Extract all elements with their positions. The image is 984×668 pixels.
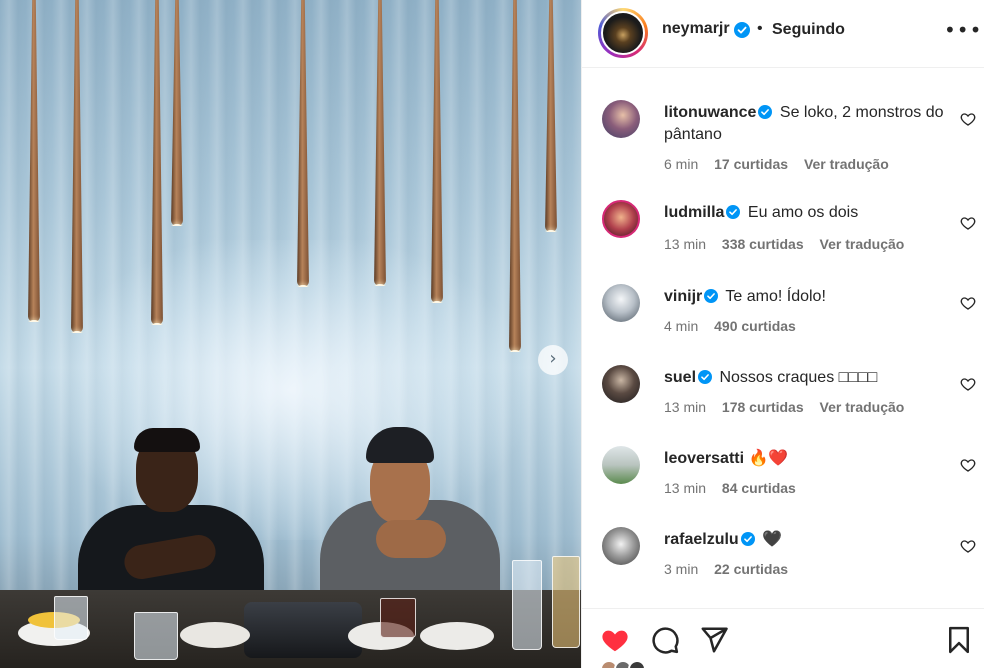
heart-icon[interactable] [960, 538, 976, 554]
avatar-image [601, 11, 645, 55]
bookmark-icon[interactable] [944, 625, 974, 655]
heart-icon[interactable] [960, 376, 976, 392]
glass [134, 612, 178, 660]
commenter-avatar[interactable] [602, 446, 640, 484]
commenter-avatar[interactable] [602, 100, 640, 138]
post-actions [582, 608, 984, 668]
glass [380, 598, 416, 638]
heart-icon[interactable] [960, 111, 976, 127]
liked-by-avatars[interactable] [600, 660, 660, 668]
commenter-username[interactable]: ludmilla [664, 204, 724, 221]
commenter-avatar[interactable] [602, 527, 640, 565]
chevron-right-icon: › [549, 348, 557, 369]
comment-content: Nossos craques □□□□ [719, 369, 878, 386]
post-sidebar: neymarjr • Seguindo ••• litonuwance Se l… [581, 0, 984, 668]
window-light [60, 240, 520, 540]
comment-meta: 13 min 84 curtidas [664, 480, 808, 496]
comment-text: rafaelzulu 🖤 [664, 529, 944, 551]
comment-text: vinijr Te amo! Ídolo! [664, 286, 944, 308]
comment-likes[interactable]: 84 curtidas [722, 480, 796, 496]
comment-time[interactable]: 3 min [664, 561, 698, 577]
comment-likes[interactable]: 178 curtidas [722, 399, 804, 415]
bottle [552, 556, 580, 648]
comment-meta: 4 min 490 curtidas [664, 318, 808, 334]
post-header: neymarjr • Seguindo ••• [582, 0, 984, 68]
verified-badge-icon [698, 370, 713, 384]
comment-text: litonuwance Se loko, 2 monstros do pânta… [664, 102, 944, 146]
commenter-username[interactable]: rafaelzulu [664, 531, 739, 548]
pot [244, 602, 362, 658]
comment-content: 🔥❤️ [748, 450, 789, 467]
translate-link[interactable]: Ver tradução [820, 236, 905, 252]
comment-time[interactable]: 13 min [664, 236, 706, 252]
commenter-username[interactable]: litonuwance [664, 104, 756, 121]
comment-likes[interactable]: 17 curtidas [714, 156, 788, 172]
comment-likes[interactable]: 22 curtidas [714, 561, 788, 577]
comment-time[interactable]: 6 min [664, 156, 698, 172]
separator-dot: • [757, 20, 763, 37]
verified-badge-icon [734, 22, 750, 38]
comment-text: ludmilla Eu amo os dois [664, 202, 944, 224]
commenter-username[interactable]: vinijr [664, 288, 702, 305]
more-options-icon[interactable]: ••• [944, 18, 982, 42]
heart-icon[interactable] [960, 215, 976, 231]
heart-icon[interactable] [960, 457, 976, 473]
verified-badge-icon [704, 289, 719, 303]
verified-badge-icon [740, 532, 755, 546]
commenter-username[interactable]: leoversatti [664, 450, 744, 467]
heart-icon[interactable] [960, 295, 976, 311]
comment-likes[interactable]: 338 curtidas [722, 236, 804, 252]
commenter-username[interactable]: suel [664, 369, 696, 386]
translate-link[interactable]: Ver tradução [804, 156, 889, 172]
following-button[interactable]: Seguindo [772, 21, 845, 39]
commenter-avatar[interactable] [602, 200, 640, 238]
post-photo[interactable]: › [0, 0, 581, 668]
paper-plane-icon[interactable] [699, 625, 729, 655]
commenter-avatar[interactable] [602, 284, 640, 322]
comment-content: Te amo! Ídolo! [725, 288, 826, 305]
comment-meta: 6 min 17 curtidas Ver tradução [664, 156, 901, 172]
author-username[interactable]: neymarjr [662, 20, 730, 38]
comment-time[interactable]: 4 min [664, 318, 698, 334]
avatar [628, 660, 646, 668]
verified-badge-icon [758, 105, 773, 119]
comment-meta: 13 min 178 curtidas Ver tradução [664, 399, 916, 415]
comment-text: suel Nossos craques □□□□ [664, 367, 944, 389]
comments-list[interactable]: litonuwance Se loko, 2 monstros do pânta… [582, 69, 984, 607]
glass [54, 596, 88, 640]
bowl [420, 622, 494, 650]
comment-content: 🖤 [762, 531, 783, 548]
heart-icon[interactable] [600, 625, 630, 655]
commenter-avatar[interactable] [602, 365, 640, 403]
author-avatar[interactable] [598, 8, 648, 58]
verified-badge-icon [726, 205, 741, 219]
comment-time[interactable]: 13 min [664, 480, 706, 496]
comment-icon[interactable] [650, 625, 680, 655]
comment-time[interactable]: 13 min [664, 399, 706, 415]
comment-meta: 13 min 338 curtidas Ver tradução [664, 236, 916, 252]
comment-meta: 3 min 22 curtidas [664, 561, 800, 577]
bowl [180, 622, 250, 648]
comment-likes[interactable]: 490 curtidas [714, 318, 796, 334]
translate-link[interactable]: Ver tradução [820, 399, 905, 415]
comment-text: leoversatti 🔥❤️ [664, 448, 944, 470]
bottle [512, 560, 542, 650]
comment-content: Eu amo os dois [747, 204, 859, 221]
carousel-next-button[interactable]: › [538, 345, 568, 375]
